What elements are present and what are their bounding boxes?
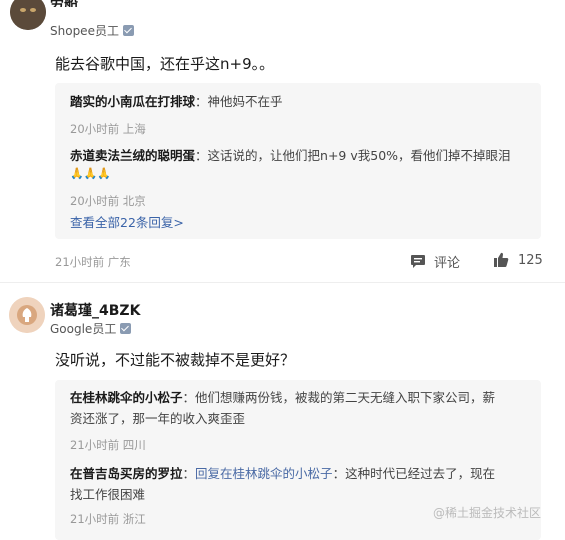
reply-text: 他们想赚两份钱，被裁的第二天无缝入职下家公司，薪 bbox=[195, 390, 496, 405]
reply-text-cont: 资还涨了，那一年的收入爽歪歪 bbox=[70, 411, 246, 426]
reply-item: 赤道卖法兰绒的聪明蛋：这话说的，让他们把n+9 v我50%，看他们掉不掉眼泪 bbox=[70, 145, 511, 166]
divider bbox=[0, 282, 565, 283]
colon: ： bbox=[332, 466, 346, 481]
comment-label: 评论 bbox=[434, 256, 461, 271]
comment-content: 没听说，不过能不被裁掉不是更好？ bbox=[55, 351, 296, 369]
like-count: 125 bbox=[518, 252, 543, 268]
user-org: Shopee员工 bbox=[50, 22, 134, 39]
reply-meta: 21小时前 四川 bbox=[70, 438, 146, 452]
reply-item: 在普吉岛买房的罗拉：回复在桂林跳伞的小松子：这种时代已经过去了，现在 找工作很困… bbox=[70, 463, 530, 505]
comment-button[interactable]: 评论 bbox=[410, 252, 460, 271]
reply-to-user[interactable]: 在桂林跳伞的小松子 bbox=[220, 466, 333, 481]
avatar[interactable] bbox=[10, 0, 46, 30]
reply-author[interactable]: 赤道卖法兰绒的聪明蛋 bbox=[70, 148, 195, 163]
comment-meta: 21小时前 广东 bbox=[55, 255, 131, 269]
user-name[interactable]: 诸葛瑾_4BZK bbox=[50, 300, 140, 320]
colon: ： bbox=[195, 148, 208, 163]
thumbs-up-icon bbox=[494, 252, 509, 267]
like-button[interactable]: 125 bbox=[493, 252, 543, 268]
watermark: @稀土掘金技术社区 bbox=[433, 506, 542, 520]
reply-meta: 20小时前 上海 bbox=[70, 122, 146, 136]
reply-meta: 21小时前 浙江 bbox=[70, 512, 146, 526]
verified-icon bbox=[120, 323, 132, 334]
view-all-replies-link[interactable]: 查看全部22条回复> bbox=[70, 212, 184, 231]
comment-content: 能去谷歌中国，还在乎这n+9。。 bbox=[55, 55, 275, 73]
reply-author[interactable]: 在桂林跳伞的小松子 bbox=[70, 390, 183, 405]
colon: ： bbox=[182, 390, 196, 405]
reply-text: 神他妈不在乎 bbox=[207, 94, 283, 109]
avatar[interactable] bbox=[9, 297, 45, 333]
reply-text: 这话说的，让他们把n+9 v我50%，看他们掉不掉眼泪 bbox=[207, 148, 511, 163]
comment-icon bbox=[411, 255, 425, 268]
reply-item: 在桂林跳伞的小松子：他们想赚两份钱，被裁的第二天无缝入职下家公司，薪 资还涨了，… bbox=[70, 387, 530, 429]
emoji: 🙏🙏🙏 bbox=[70, 167, 112, 180]
reply-author[interactable]: 在普吉岛买房的罗拉 bbox=[70, 466, 183, 481]
user-org: Google员工 bbox=[50, 320, 132, 337]
org-label: Shopee员工 bbox=[50, 24, 119, 38]
org-label: Google员工 bbox=[50, 322, 117, 336]
colon: ： bbox=[182, 466, 196, 481]
reply-prefix: 回复 bbox=[195, 466, 221, 481]
reply-text-cont: 找工作很困难 bbox=[70, 487, 146, 502]
verified-icon bbox=[122, 25, 134, 36]
colon: ： bbox=[195, 94, 208, 109]
reply-meta: 20小时前 北京 bbox=[70, 194, 146, 208]
reply-author[interactable]: 踏实的小南瓜在打排球 bbox=[70, 94, 195, 109]
user-name[interactable]: 劳船 bbox=[50, 0, 78, 7]
reply-text: 这种时代已经过去了，现在 bbox=[345, 466, 496, 481]
reply-item: 踏实的小南瓜在打排球：神他妈不在乎 bbox=[70, 91, 283, 112]
reply-list: 踏实的小南瓜在打排球：神他妈不在乎 20小时前 上海 赤道卖法兰绒的聪明蛋：这话… bbox=[55, 83, 541, 239]
